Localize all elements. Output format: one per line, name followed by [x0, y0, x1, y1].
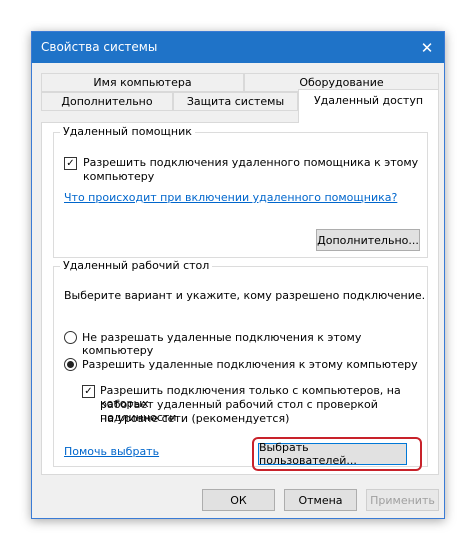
window-title: Свойства системы [41, 40, 158, 54]
close-icon: ✕ [420, 38, 434, 57]
checkmark-icon: ✓ [84, 385, 93, 397]
button-label: Отмена [298, 493, 343, 507]
tab-system-protection[interactable]: Защита системы [173, 92, 298, 111]
help-me-choose-link[interactable]: Помочь выбрать [64, 445, 159, 458]
allow-remote-assistance-label: Разрешить подключения удаленного помощни… [83, 156, 419, 169]
ok-button[interactable]: ОК [202, 489, 275, 511]
remote-desktop-group: Удаленный рабочий стол Выберите вариант … [53, 259, 428, 471]
tab-label: Удаленный доступ [313, 94, 424, 107]
tab-label: Оборудование [299, 76, 384, 89]
button-label: Дополнительно... [317, 233, 419, 247]
tab-computer-name[interactable]: Имя компьютера [41, 73, 244, 92]
group-label: Удаленный помощник [60, 125, 195, 138]
tab-label: Дополнительно [61, 95, 153, 108]
allow-remote-assistance-label-cont: компьютеру [83, 170, 155, 183]
button-label: Применить [370, 493, 435, 507]
deny-remote-radio[interactable] [64, 331, 77, 344]
button-label: ОК [230, 493, 247, 507]
advanced-button[interactable]: Дополнительно... [316, 229, 420, 251]
tab-panel-remote: Удаленный помощник ✓ Разрешить подключен… [41, 122, 439, 475]
remote-desktop-instruction: Выберите вариант и укажите, кому разреше… [64, 289, 426, 302]
tab-label: Защита системы [186, 95, 285, 108]
nla-only-label-cont2: на уровне сети (рекомендуется) [100, 412, 290, 425]
remote-assistance-group: Удаленный помощник ✓ Разрешить подключен… [53, 125, 428, 258]
checkmark-icon: ✓ [66, 157, 75, 169]
allow-remote-assistance-checkbox[interactable]: ✓ [64, 157, 77, 170]
select-users-button[interactable]: Выбрать пользователей... [258, 441, 407, 467]
cancel-button[interactable]: Отмена [284, 489, 357, 511]
group-label: Удаленный рабочий стол [60, 259, 213, 272]
system-properties-dialog: Свойства системы ✕ Имя компьютера Оборуд… [31, 31, 445, 519]
tab-label: Имя компьютера [93, 76, 192, 89]
remote-assistance-help-link[interactable]: Что происходит при включении удаленного … [64, 191, 397, 204]
button-label: Выбрать пользователей... [259, 441, 357, 467]
allow-remote-label: Разрешить удаленные подключения к этому … [82, 358, 418, 371]
title-bar[interactable]: Свойства системы ✕ [32, 32, 444, 63]
tab-remote-access[interactable]: Удаленный доступ [298, 89, 439, 123]
tab-advanced[interactable]: Дополнительно [41, 92, 173, 111]
deny-remote-label: Не разрешать удаленные подключения к это… [82, 331, 362, 357]
nla-only-checkbox[interactable]: ✓ [82, 385, 95, 398]
apply-button[interactable]: Применить [366, 489, 439, 511]
close-button[interactable]: ✕ [410, 32, 444, 63]
allow-remote-radio[interactable] [64, 358, 77, 371]
